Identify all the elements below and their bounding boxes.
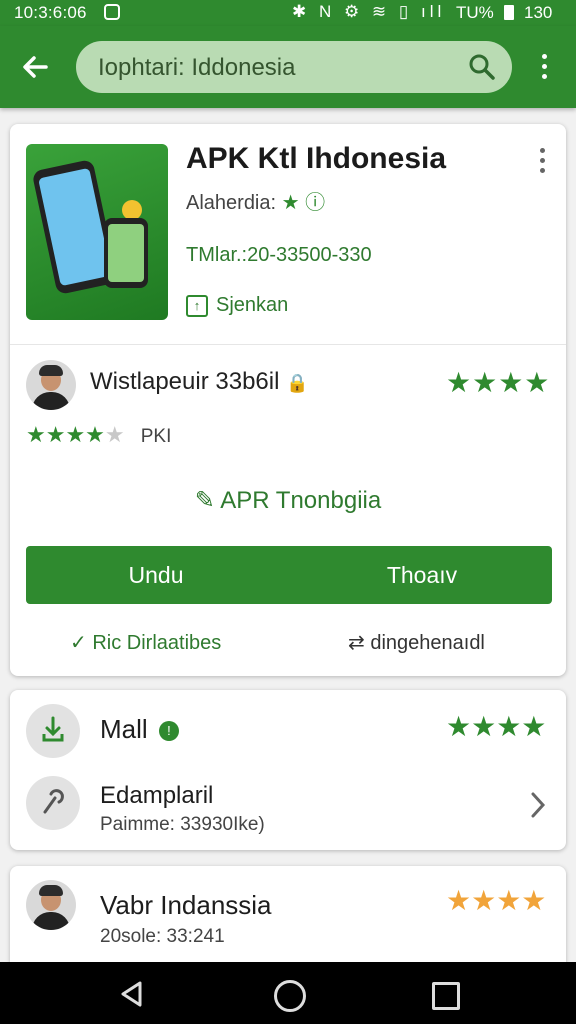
reviewer-avatar[interactable]	[26, 360, 76, 410]
check-icon: ✓	[70, 632, 87, 654]
overflow-menu-icon[interactable]	[536, 54, 552, 84]
nav-recents-icon[interactable]	[432, 982, 460, 1010]
app-updated: TMlar.:20-33500-330	[186, 244, 372, 266]
rating-empty-star: ★	[104, 422, 125, 447]
system-nav-bar	[0, 962, 576, 1024]
share-icon: ⇄	[348, 632, 365, 654]
download-icon[interactable]	[26, 704, 80, 758]
search-bar[interactable]: Iophtari: Iddonesia	[76, 41, 512, 93]
battery-level: 130	[524, 3, 553, 22]
developer-name: Alaherdia:	[186, 192, 277, 214]
reviewer-name: Wistlapeuir 33b6il 🔒	[90, 368, 309, 396]
battery-icon	[504, 5, 514, 20]
footer-right-label: dingehenaıdl	[370, 632, 485, 654]
list-item-meta: 20sole: 33:241	[100, 926, 225, 947]
download-button[interactable]: Undu	[26, 562, 286, 589]
install-link-label: Sjenkan	[216, 294, 289, 316]
verified-star-icon: ★	[281, 192, 300, 214]
list-item-subtitle: Edamplaril	[100, 782, 214, 809]
list-card: Mall ! ★★★★ Edamplaril Paimme: 33930Ike)	[10, 690, 566, 850]
search-icon[interactable]	[468, 53, 496, 81]
apr-label: APR Tnonbgiia	[220, 487, 382, 514]
rating-tag: PKI	[140, 426, 172, 447]
search-input[interactable]: Iophtari: Iddonesia	[98, 54, 295, 82]
back-arrow-icon[interactable]	[18, 50, 52, 84]
list-item-meta: Paimme: 33930Ike)	[100, 814, 265, 835]
lock-icon: 🔒	[286, 373, 309, 393]
link-icon[interactable]	[26, 776, 80, 830]
status-icons: ✱ N ⚙ ≋ ▯ ıll	[292, 2, 446, 21]
nav-home-icon[interactable]	[274, 980, 306, 1012]
review-stars: ★★★★	[446, 367, 551, 398]
status-bar: 10:3:6:06 ✱ N ⚙ ≋ ▯ ıll TU% 130	[0, 0, 576, 26]
status-time: 10:3:6:06	[14, 3, 87, 22]
footer-left-link[interactable]: ✓ Ric Dirlaatibes	[70, 630, 221, 655]
pencil-icon: ✎	[194, 487, 215, 514]
notification-icon	[104, 4, 120, 20]
action-button[interactable]: Undu Thoaıv	[26, 546, 552, 604]
install-link[interactable]: ↑ Sjenkan	[186, 294, 288, 317]
secondary-button[interactable]: Thoaıv	[292, 562, 552, 589]
nav-back-icon[interactable]	[118, 980, 146, 1008]
battery-percent: TU%	[456, 3, 494, 22]
list-item-title: Mall !	[100, 714, 179, 745]
info-icon: ⓘ	[305, 192, 326, 214]
list-item-title: Vabr Indanssia	[100, 890, 272, 920]
thumb-icon: ↑	[186, 294, 208, 317]
app-developer: Alaherdia: ★ ⓘ	[186, 186, 325, 215]
list-avatar[interactable]	[26, 880, 76, 930]
app-more-icon[interactable]	[538, 148, 546, 178]
apr-link[interactable]: ✎ APR Tnonbgiia	[10, 486, 566, 515]
badge-icon: !	[158, 721, 179, 742]
list-item-stars: ★★★★	[446, 885, 547, 916]
list-item-title-text: Mall	[100, 714, 148, 744]
chevron-right-icon[interactable]	[528, 790, 548, 820]
app-hero-image	[26, 144, 168, 320]
list-card[interactable]: Vabr Indanssia 20sole: 33:241 ★★★★	[10, 866, 566, 976]
app-bar: Iophtari: Iddonesia	[0, 26, 576, 108]
app-detail-card: APK Ktl Ihdonesia Alaherdia: ★ ⓘ TMlar.:…	[10, 124, 566, 676]
rating-filled-stars: ★★★★	[26, 422, 105, 447]
app-title: APK Ktl Ihdonesia	[186, 142, 447, 175]
footer-left-label: Ric Dirlaatibes	[92, 632, 222, 654]
footer-right-link[interactable]: ⇄ dingehenaıdl	[348, 630, 485, 655]
review-rating: ★★★★★ PKI	[26, 422, 171, 448]
divider	[10, 344, 566, 345]
list-item-stars: ★★★★	[446, 711, 547, 742]
reviewer-name-text: Wistlapeuir 33b6il	[90, 368, 280, 395]
